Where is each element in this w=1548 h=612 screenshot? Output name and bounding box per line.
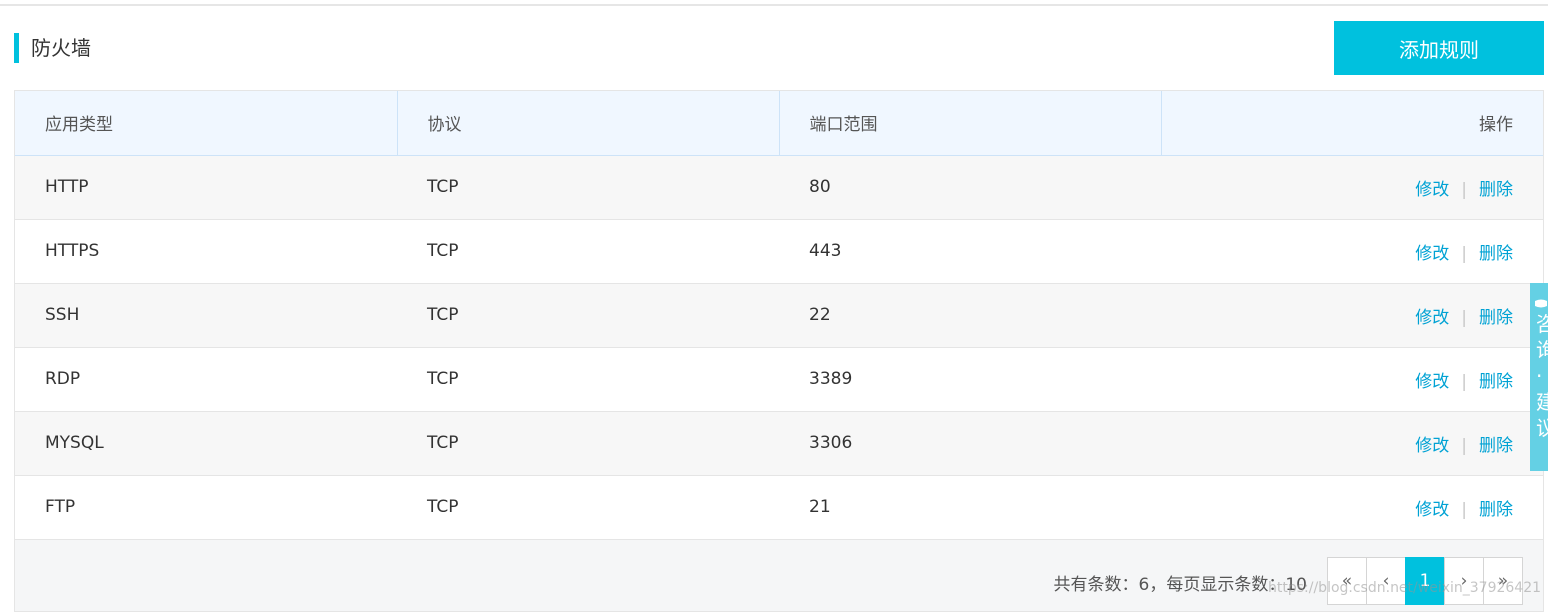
cell-actions: 修改 | 删除 bbox=[1161, 411, 1543, 476]
cell-protocol: TCP bbox=[397, 219, 779, 284]
cell-port-range: 3389 bbox=[779, 347, 1161, 412]
delete-link[interactable]: 删除 bbox=[1479, 372, 1513, 392]
edit-link[interactable]: 修改 bbox=[1415, 180, 1449, 200]
title-accent-bar bbox=[14, 33, 19, 63]
chat-icon bbox=[1530, 291, 1548, 311]
cell-actions: 修改 | 删除 bbox=[1161, 347, 1543, 412]
page-title: 防火墙 bbox=[31, 36, 91, 60]
table-footer: 共有条数：6，每页显示条数：10 bbox=[15, 539, 1543, 611]
cell-actions: 修改 | 删除 bbox=[1161, 475, 1543, 540]
cell-protocol: TCP bbox=[397, 283, 779, 348]
cell-port-range: 80 bbox=[779, 155, 1161, 220]
add-rule-button[interactable]: 添加规则 bbox=[1334, 21, 1544, 75]
table-row: HTTPS TCP 443 修改 | 删除 bbox=[15, 219, 1543, 284]
cell-port-range: 443 bbox=[779, 219, 1161, 284]
cell-actions: 修改 | 删除 bbox=[1161, 283, 1543, 348]
delete-link[interactable]: 删除 bbox=[1479, 308, 1513, 328]
action-separator: | bbox=[1461, 435, 1467, 456]
cell-app-type: RDP bbox=[15, 347, 397, 412]
delete-link[interactable]: 删除 bbox=[1479, 180, 1513, 200]
delete-link[interactable]: 删除 bbox=[1479, 500, 1513, 520]
edit-link[interactable]: 修改 bbox=[1415, 500, 1449, 520]
action-separator: | bbox=[1461, 243, 1467, 264]
column-header-actions: 操作 bbox=[1161, 91, 1543, 156]
action-separator: | bbox=[1461, 371, 1467, 392]
cell-port-range: 3306 bbox=[779, 411, 1161, 476]
watermark: https://blog.csdn.net/weixin_37926421 bbox=[1268, 580, 1542, 596]
cell-app-type: HTTP bbox=[15, 155, 397, 220]
action-separator: | bbox=[1461, 499, 1467, 520]
column-header-protocol: 协议 bbox=[397, 91, 780, 156]
top-divider bbox=[0, 4, 1548, 6]
cell-actions: 修改 | 删除 bbox=[1161, 155, 1543, 220]
edit-link[interactable]: 修改 bbox=[1415, 372, 1449, 392]
delete-link[interactable]: 删除 bbox=[1479, 244, 1513, 264]
action-separator: | bbox=[1461, 307, 1467, 328]
cell-app-type: FTP bbox=[15, 475, 397, 540]
cell-protocol: TCP bbox=[397, 411, 779, 476]
cell-app-type: HTTPS bbox=[15, 219, 397, 284]
feedback-tab-label: 咨 询 · 建 议 bbox=[1536, 312, 1548, 440]
cell-protocol: TCP bbox=[397, 475, 779, 540]
table-row: RDP TCP 3389 修改 | 删除 bbox=[15, 347, 1543, 412]
edit-link[interactable]: 修改 bbox=[1415, 308, 1449, 328]
delete-link[interactable]: 删除 bbox=[1479, 436, 1513, 456]
table-row: FTP TCP 21 修改 | 删除 bbox=[15, 475, 1543, 540]
cell-app-type: SSH bbox=[15, 283, 397, 348]
table-row: SSH TCP 22 修改 | 删除 bbox=[15, 283, 1543, 348]
cell-actions: 修改 | 删除 bbox=[1161, 219, 1543, 284]
action-separator: | bbox=[1461, 179, 1467, 200]
feedback-side-tab[interactable]: 咨 询 · 建 议 bbox=[1530, 283, 1548, 471]
column-header-port-range: 端口范围 bbox=[779, 91, 1162, 156]
table-header-row: 应用类型 协议 端口范围 操作 bbox=[15, 91, 1543, 156]
cell-protocol: TCP bbox=[397, 347, 779, 412]
cell-protocol: TCP bbox=[397, 155, 779, 220]
edit-link[interactable]: 修改 bbox=[1415, 244, 1449, 264]
cell-port-range: 22 bbox=[779, 283, 1161, 348]
cell-port-range: 21 bbox=[779, 475, 1161, 540]
table-row: MYSQL TCP 3306 修改 | 删除 bbox=[15, 411, 1543, 476]
edit-link[interactable]: 修改 bbox=[1415, 436, 1449, 456]
table-row: HTTP TCP 80 修改 | 删除 bbox=[15, 155, 1543, 220]
column-header-app-type: 应用类型 bbox=[15, 91, 398, 156]
firewall-rules-table: 应用类型 协议 端口范围 操作 HTTP TCP 80 修改 | 删除 HTTPS … bbox=[14, 90, 1544, 612]
cell-app-type: MYSQL bbox=[15, 411, 397, 476]
